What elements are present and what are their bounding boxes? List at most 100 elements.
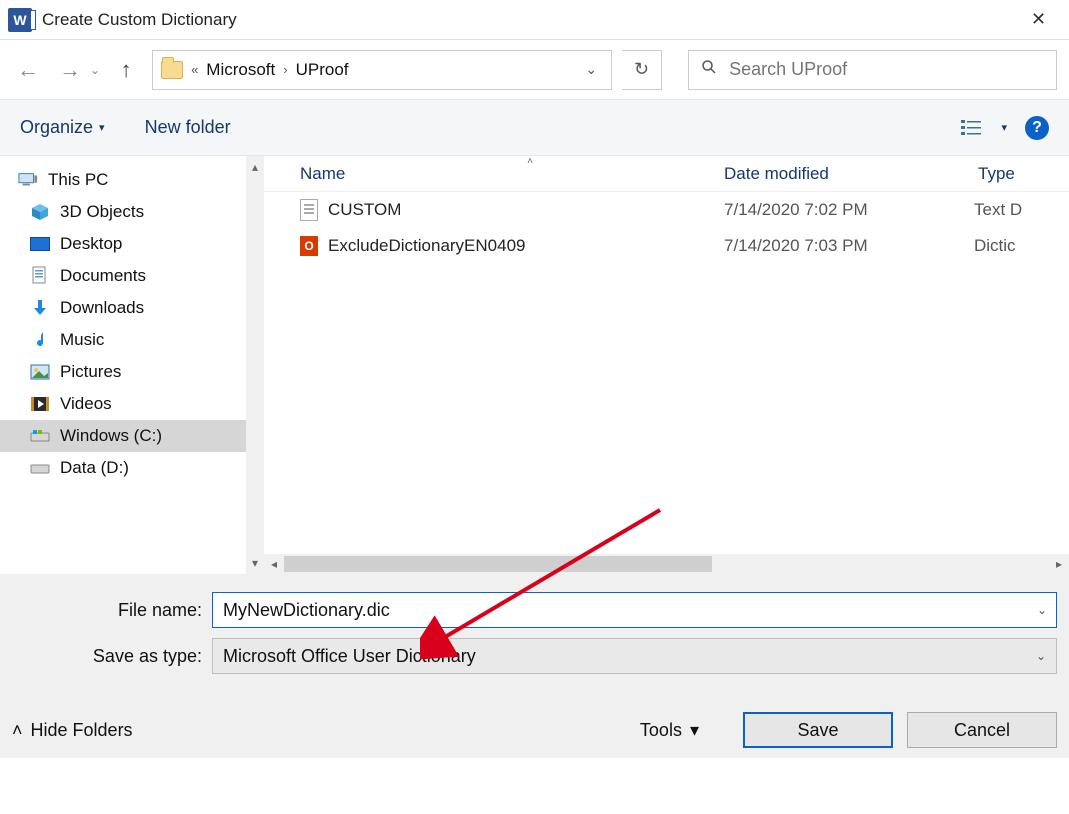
file-row[interactable]: CUSTOM 7/14/2020 7:02 PM Text D [264,192,1069,228]
tree[interactable]: This PC 3D Objects Desktop Documents [0,156,246,574]
col-label: Date modified [724,164,829,183]
up-button[interactable]: ↑ [110,54,142,86]
chevron-down-icon: ⌄ [1036,649,1046,663]
footer: ˄ Hide Folders Tools ▾ Save Cancel [0,688,1069,758]
tree-label: Data (D:) [60,458,129,478]
file-type: Dictic [974,236,1069,256]
videos-icon [30,395,50,413]
drive-icon [30,459,50,477]
filename-dropdown-button[interactable]: ⌄ [1037,603,1047,617]
hide-folders-button[interactable]: ˄ Hide Folders [12,720,133,741]
cube-icon [30,203,50,221]
save-button[interactable]: Save [743,712,893,748]
nav-row: ← → ⌄ ↑ « Microsoft › UProof ⌄ ↻ [0,40,1069,100]
file-name: CUSTOM [328,200,401,220]
tree-label: Documents [60,266,146,286]
address-bar[interactable]: « Microsoft › UProof ⌄ [152,50,612,90]
recent-locations-button[interactable]: ⌄ [90,63,100,77]
cancel-button[interactable]: Cancel [907,712,1057,748]
tree-vertical-scrollbar[interactable]: ▴ ▾ [246,156,264,574]
file-rows: CUSTOM 7/14/2020 7:02 PM Text D O Exclud… [264,192,1069,554]
tree-item-desktop[interactable]: Desktop [0,228,246,260]
tree-label: Downloads [60,298,144,318]
filename-input[interactable] [212,592,1057,628]
tree-item-data-d[interactable]: Data (D:) [0,452,246,484]
tree-item-documents[interactable]: Documents [0,260,246,292]
breadcrumb-part-0[interactable]: Microsoft [206,60,275,80]
file-date: 7/14/2020 7:03 PM [724,236,974,256]
column-headers: ˄ Name Date modified Type [264,156,1069,192]
desktop-icon [30,237,50,251]
sidebar: This PC 3D Objects Desktop Documents [0,156,264,574]
search-icon [701,59,717,80]
word-icon: W [8,8,32,32]
office-file-icon: O [300,236,318,256]
breadcrumb-part-1[interactable]: UProof [296,60,349,80]
organize-button[interactable]: Organize ▾ [20,117,105,138]
tree-item-3d-objects[interactable]: 3D Objects [0,196,246,228]
bottom-panel: File name: ⌄ Save as type: Microsoft Off… [0,574,1069,688]
savetype-combo[interactable]: Microsoft Office User Dictionary ⌄ [212,638,1057,674]
scroll-up-arrow-icon[interactable]: ▴ [252,160,258,174]
address-dropdown-button[interactable]: ⌄ [579,61,603,78]
tree-item-downloads[interactable]: Downloads [0,292,246,324]
view-dropdown-button[interactable]: ▾ [1001,121,1007,134]
file-date: 7/14/2020 7:02 PM [724,200,974,220]
breadcrumb-prefix: « [191,62,198,77]
hide-folders-label: Hide Folders [31,720,133,741]
tools-label: Tools [640,720,682,741]
tools-button[interactable]: Tools ▾ [640,720,699,741]
search-box[interactable] [688,50,1057,90]
scroll-right-arrow-icon[interactable]: ▸ [1049,557,1069,571]
scroll-left-arrow-icon[interactable]: ◂ [264,557,284,571]
forward-button[interactable]: → [54,54,86,86]
tree-label: Pictures [60,362,121,382]
file-pane: ˄ Name Date modified Type CUSTOM 7/14/20… [264,156,1069,574]
documents-icon [30,267,50,285]
tree-label: Videos [60,394,112,414]
chevron-right-icon[interactable]: › [283,62,287,77]
search-input[interactable] [729,59,1044,80]
back-button[interactable]: ← [12,54,44,86]
scroll-down-arrow-icon[interactable]: ▾ [252,556,258,570]
folder-icon [161,61,183,79]
savetype-label: Save as type: [12,646,212,667]
tree-label: 3D Objects [60,202,144,222]
column-header-type[interactable]: Type [974,164,1069,184]
pictures-icon [30,363,50,381]
titlebar: W Create Custom Dictionary ✕ [0,0,1069,40]
file-name: ExcludeDictionaryEN0409 [328,236,526,256]
main-area: This PC 3D Objects Desktop Documents [0,156,1069,574]
tree-item-music[interactable]: Music [0,324,246,356]
view-options-button[interactable] [961,119,983,137]
filename-label: File name: [12,600,212,621]
chevron-down-icon: ▾ [690,720,699,741]
text-file-icon [300,199,318,221]
savetype-value: Microsoft Office User Dictionary [223,646,476,667]
col-label: Type [978,164,1015,183]
tree-label: This PC [48,170,108,190]
scrollbar-thumb[interactable] [284,556,712,572]
refresh-button[interactable]: ↻ [622,50,662,90]
cancel-label: Cancel [954,720,1010,741]
pc-icon [18,171,38,189]
new-folder-label: New folder [145,117,231,138]
chevron-up-icon: ˄ [12,720,23,741]
file-horizontal-scrollbar[interactable]: ◂ ▸ [264,554,1069,574]
new-folder-button[interactable]: New folder [145,117,231,138]
close-button[interactable]: ✕ [1016,5,1061,35]
tree-item-windows-c[interactable]: Windows (C:) [0,420,246,452]
file-row[interactable]: O ExcludeDictionaryEN0409 7/14/2020 7:03… [264,228,1069,264]
tree-this-pc[interactable]: This PC [0,164,246,196]
save-label: Save [797,720,838,741]
column-header-name[interactable]: ˄ Name [264,164,724,184]
music-icon [30,331,50,349]
tree-label: Windows (C:) [60,426,162,446]
column-header-date[interactable]: Date modified [724,164,974,184]
tree-item-videos[interactable]: Videos [0,388,246,420]
download-icon [30,299,50,317]
help-button[interactable]: ? [1025,116,1049,140]
tree-item-pictures[interactable]: Pictures [0,356,246,388]
tree-label: Desktop [60,234,122,254]
sort-indicator-icon: ˄ [300,156,760,167]
